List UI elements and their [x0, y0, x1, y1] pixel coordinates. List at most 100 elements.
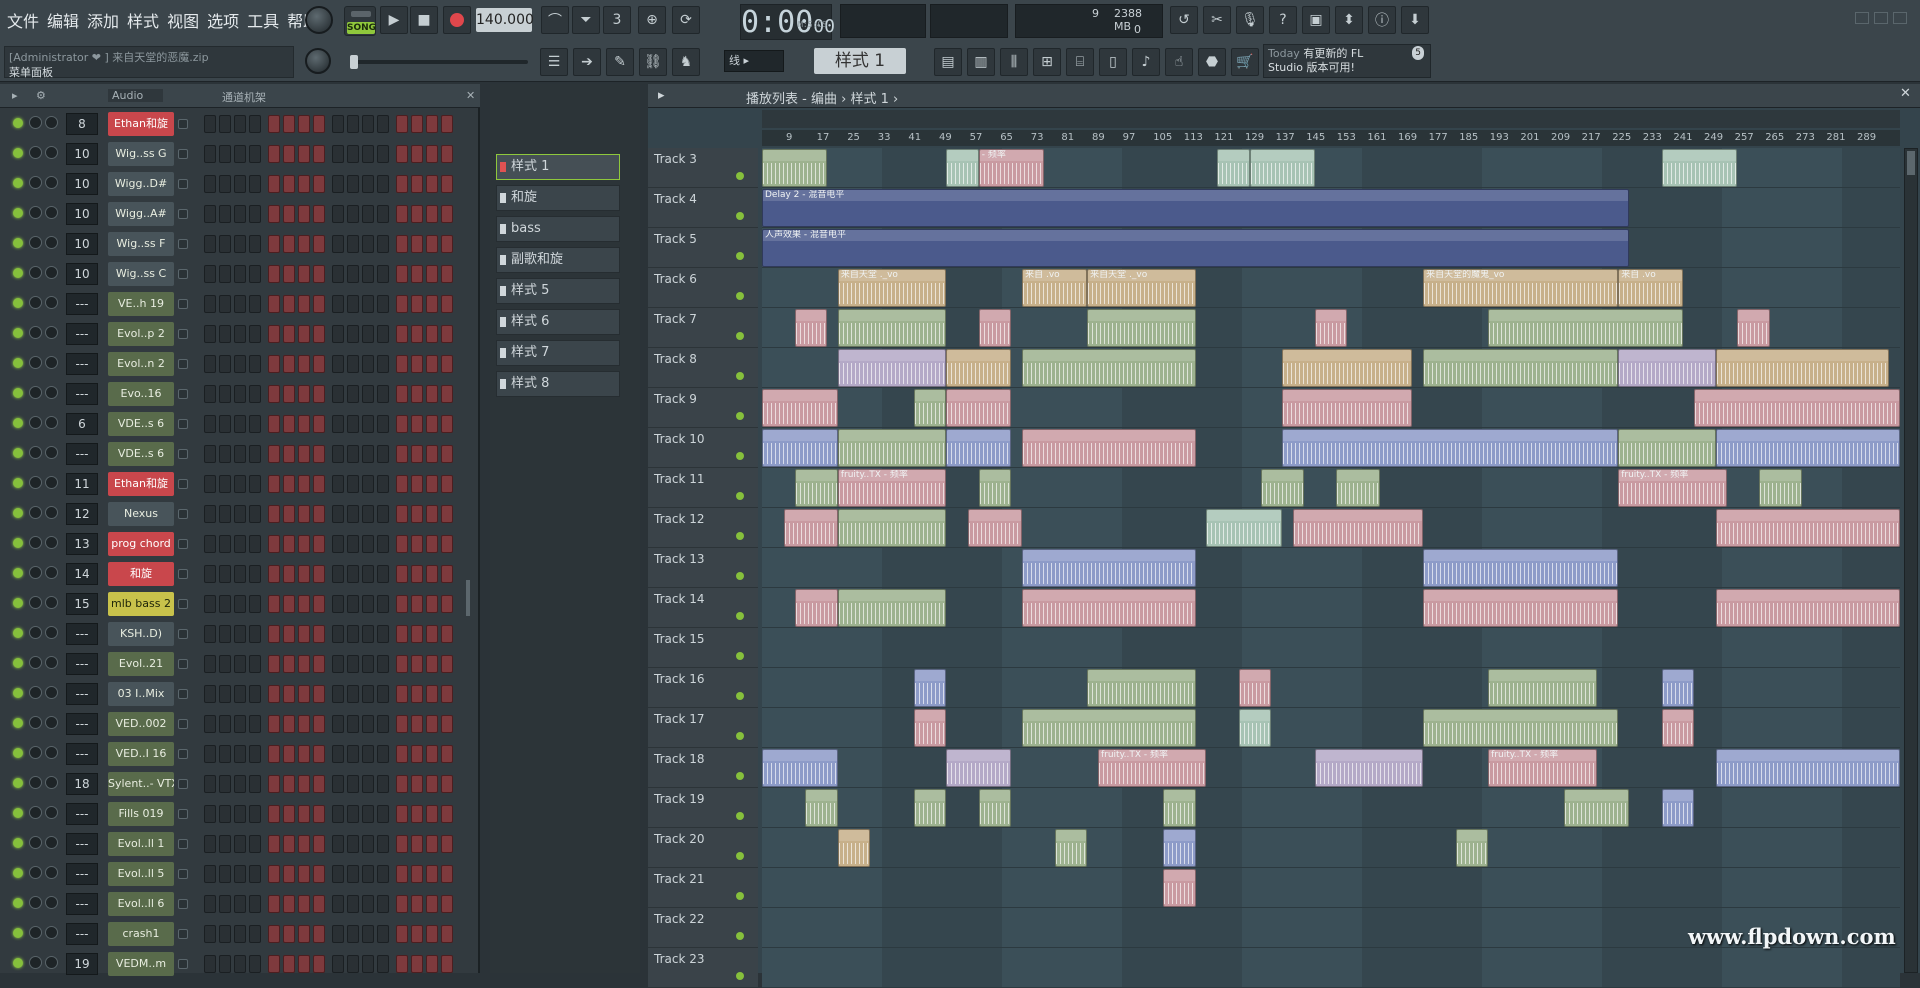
step-button[interactable]	[347, 175, 359, 193]
step-button[interactable]	[396, 355, 408, 373]
channel-volume-knob[interactable]	[45, 206, 58, 219]
step-button[interactable]	[377, 805, 389, 823]
track-enable-led[interactable]	[736, 692, 744, 700]
pattern-clip[interactable]	[1282, 429, 1619, 467]
pattern-item[interactable]: 和旋	[496, 185, 620, 211]
step-button[interactable]	[219, 775, 231, 793]
channel-mute-led[interactable]	[13, 658, 23, 668]
step-button[interactable]	[268, 265, 280, 283]
step-button[interactable]	[298, 655, 310, 673]
pattern-item[interactable]: bass	[496, 216, 620, 242]
step-button[interactable]	[332, 565, 344, 583]
step-button[interactable]	[204, 325, 216, 343]
step-button[interactable]	[283, 145, 295, 163]
step-button[interactable]	[204, 925, 216, 943]
channel-mixer-track[interactable]: 14	[66, 563, 98, 585]
step-button[interactable]	[204, 115, 216, 133]
track-header[interactable]: Track 4	[648, 188, 758, 228]
channel-pan-knob[interactable]	[29, 596, 42, 609]
step-button[interactable]	[426, 265, 438, 283]
pattern-clip[interactable]	[1238, 709, 1272, 747]
track-header[interactable]: Track 20	[648, 828, 758, 868]
step-button[interactable]	[332, 385, 344, 403]
step-button[interactable]	[219, 445, 231, 463]
step-button[interactable]	[268, 895, 280, 913]
step-button[interactable]	[411, 655, 423, 673]
step-button[interactable]	[347, 895, 359, 913]
track-lane[interactable]	[762, 868, 1900, 908]
track-header[interactable]: Track 6	[648, 268, 758, 308]
step-button[interactable]	[234, 265, 246, 283]
step-button[interactable]	[313, 535, 325, 553]
channel-pan-knob[interactable]	[29, 326, 42, 339]
step-button[interactable]	[347, 235, 359, 253]
channel-name-button[interactable]: Evol..ll 5	[108, 862, 174, 886]
step-button[interactable]	[441, 265, 453, 283]
step-button[interactable]	[396, 625, 408, 643]
step-button[interactable]	[283, 745, 295, 763]
master-pitch-knob[interactable]	[305, 6, 333, 34]
pattern-clip[interactable]	[1488, 309, 1684, 347]
step-button[interactable]	[377, 655, 389, 673]
step-button[interactable]	[362, 115, 374, 133]
step-button[interactable]	[219, 745, 231, 763]
step-button[interactable]	[332, 145, 344, 163]
channel-mixer-track[interactable]: 6	[66, 413, 98, 435]
step-button[interactable]	[204, 535, 216, 553]
step-button[interactable]	[426, 415, 438, 433]
step-button[interactable]	[249, 745, 261, 763]
arrow-icon[interactable]: ➔	[573, 48, 601, 76]
step-button[interactable]	[441, 625, 453, 643]
step-button[interactable]	[362, 205, 374, 223]
piano-roll-icon[interactable]: ☰	[540, 48, 568, 76]
channel-mute-led[interactable]	[13, 748, 23, 758]
channel-mixer-track[interactable]: ---	[66, 353, 98, 375]
step-button[interactable]	[362, 265, 374, 283]
step-button[interactable]	[377, 265, 389, 283]
step-button[interactable]	[362, 685, 374, 703]
step-button[interactable]	[411, 625, 423, 643]
step-button[interactable]	[411, 745, 423, 763]
step-button[interactable]	[332, 475, 344, 493]
rack-menu-icon[interactable]: ▸	[12, 89, 18, 102]
record-button[interactable]	[443, 6, 471, 34]
step-button[interactable]	[219, 325, 231, 343]
channel-volume-knob[interactable]	[45, 176, 58, 189]
pattern-item[interactable]: 样式 1	[496, 154, 620, 180]
channel-pan-knob[interactable]	[29, 446, 42, 459]
channel-select-checkbox[interactable]	[178, 179, 188, 189]
link-icon[interactable]: ⛓	[639, 48, 667, 76]
pattern-item[interactable]: 样式 5	[496, 278, 620, 304]
channel-mixer-track[interactable]: 11	[66, 473, 98, 495]
step-button[interactable]	[362, 385, 374, 403]
metronome-button[interactable]: ⌒	[541, 6, 569, 34]
step-button[interactable]	[219, 835, 231, 853]
step-button[interactable]	[219, 205, 231, 223]
pattern-clip[interactable]	[1314, 309, 1348, 347]
pattern-clip[interactable]	[1423, 589, 1619, 627]
step-button[interactable]	[313, 655, 325, 673]
step-button[interactable]	[332, 295, 344, 313]
track-header[interactable]: Track 13	[648, 548, 758, 588]
step-button[interactable]	[298, 595, 310, 613]
pattern-clip[interactable]	[1618, 429, 1716, 467]
step-button[interactable]	[426, 175, 438, 193]
channel-pan-knob[interactable]	[29, 206, 42, 219]
channel-volume-knob[interactable]	[45, 596, 58, 609]
step-button[interactable]	[347, 265, 359, 283]
pattern-clip[interactable]	[1661, 709, 1695, 747]
step-button[interactable]	[268, 625, 280, 643]
channel-select-checkbox[interactable]	[178, 209, 188, 219]
track-enable-led[interactable]	[736, 572, 744, 580]
channel-volume-knob[interactable]	[45, 416, 58, 429]
step-button[interactable]	[377, 535, 389, 553]
step-button[interactable]	[362, 805, 374, 823]
channel-pan-knob[interactable]	[29, 776, 42, 789]
pattern-clip[interactable]	[837, 829, 871, 867]
master-volume-knob[interactable]	[305, 48, 331, 74]
step-button[interactable]	[219, 685, 231, 703]
step-button[interactable]	[249, 115, 261, 133]
pattern-item[interactable]: 副歌和旋	[496, 247, 620, 273]
channel-select-checkbox[interactable]	[178, 479, 188, 489]
step-button[interactable]	[268, 475, 280, 493]
